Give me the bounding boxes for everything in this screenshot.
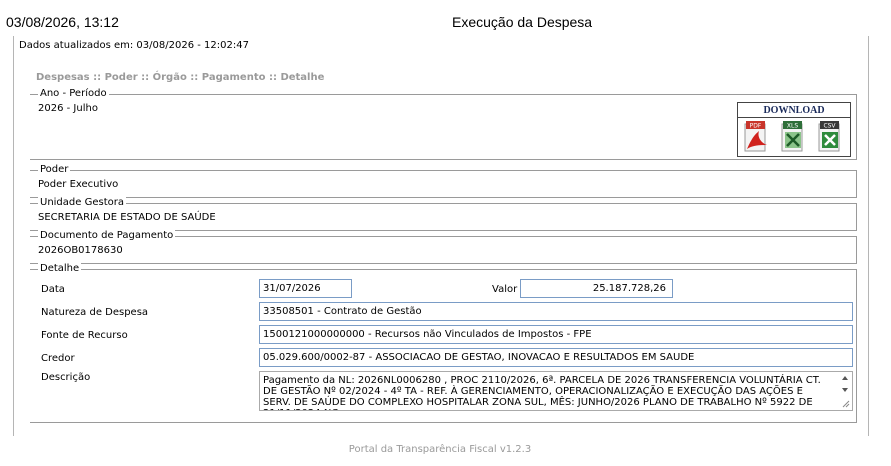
csv-icon[interactable]: CSV	[817, 121, 843, 153]
ano-periodo-value: 2026 - Julho	[38, 103, 98, 114]
legend-poder: Poder	[38, 164, 71, 175]
credor-field[interactable]: 05.029.600/0002-87 - ASSOCIACAO DE GESTA…	[259, 348, 853, 367]
pdf-icon[interactable]: PDF	[743, 121, 769, 153]
legend-unidade-gestora: Unidade Gestora	[38, 197, 126, 208]
poder-value: Poder Executivo	[38, 179, 119, 190]
legend-ano-periodo: Ano - Período	[38, 88, 109, 99]
footer-version: Portal da Transparência Fiscal v1.2.3	[348, 444, 532, 455]
breadcrumb: Despesas :: Poder :: Órgão :: Pagamento …	[36, 72, 325, 83]
natureza-label: Natureza de Despesa	[41, 307, 149, 318]
pdf-icon-label: PDF	[750, 123, 762, 130]
xls-icon[interactable]: XLS	[780, 121, 806, 153]
fieldset-documento-pagamento: Documento de Pagamento 2026OB0178630	[30, 230, 857, 264]
legend-detalhe: Detalhe	[38, 263, 82, 274]
unidade-gestora-value: SECRETARIA DE ESTADO DE SAÚDE	[38, 212, 216, 223]
natureza-field[interactable]: 33508501 - Contrato de Gestão	[259, 302, 853, 321]
descricao-text: Pagamento da NL: 2026NL0006280 , PROC 21…	[263, 375, 821, 410]
fonte-field[interactable]: 1500121000000000 - Recursos não Vinculad…	[259, 325, 853, 344]
documento-pagamento-value: 2026OB0178630	[38, 245, 123, 256]
descricao-label: Descrição	[41, 372, 91, 383]
textarea-scrollbar[interactable]	[840, 374, 850, 408]
download-divider	[738, 117, 850, 118]
scroll-down-icon[interactable]	[842, 388, 848, 392]
valor-field[interactable]: 25.187.728,26	[520, 279, 673, 298]
resize-grip-icon[interactable]	[842, 400, 850, 408]
scroll-up-icon[interactable]	[842, 376, 848, 380]
xls-icon-label: XLS	[787, 123, 798, 130]
download-panel: DOWNLOAD PDF XLS CSV	[737, 102, 851, 157]
last-updated: Dados atualizados em: 03/08/2026 - 12:02…	[19, 40, 249, 51]
print-datetime: 03/08/2026, 13:12	[6, 14, 119, 30]
page-title: Execução da Despesa	[452, 14, 593, 30]
download-title: DOWNLOAD	[763, 105, 825, 116]
legend-documento-pagamento: Documento de Pagamento	[38, 230, 176, 241]
fieldset-ano-periodo: Ano - Período 2026 - Julho	[30, 88, 857, 160]
csv-icon-label: CSV	[823, 123, 836, 130]
credor-label: Credor	[41, 353, 75, 364]
data-label: Data	[41, 284, 65, 295]
descricao-textarea[interactable]: Pagamento da NL: 2026NL0006280 , PROC 21…	[259, 371, 853, 411]
fonte-label: Fonte de Recurso	[41, 330, 128, 341]
fieldset-poder: Poder Poder Executivo	[30, 164, 857, 198]
valor-label: Valor	[492, 284, 518, 295]
data-field[interactable]: 31/07/2026	[259, 279, 352, 298]
fieldset-unidade-gestora: Unidade Gestora SECRETARIA DE ESTADO DE …	[30, 197, 857, 231]
